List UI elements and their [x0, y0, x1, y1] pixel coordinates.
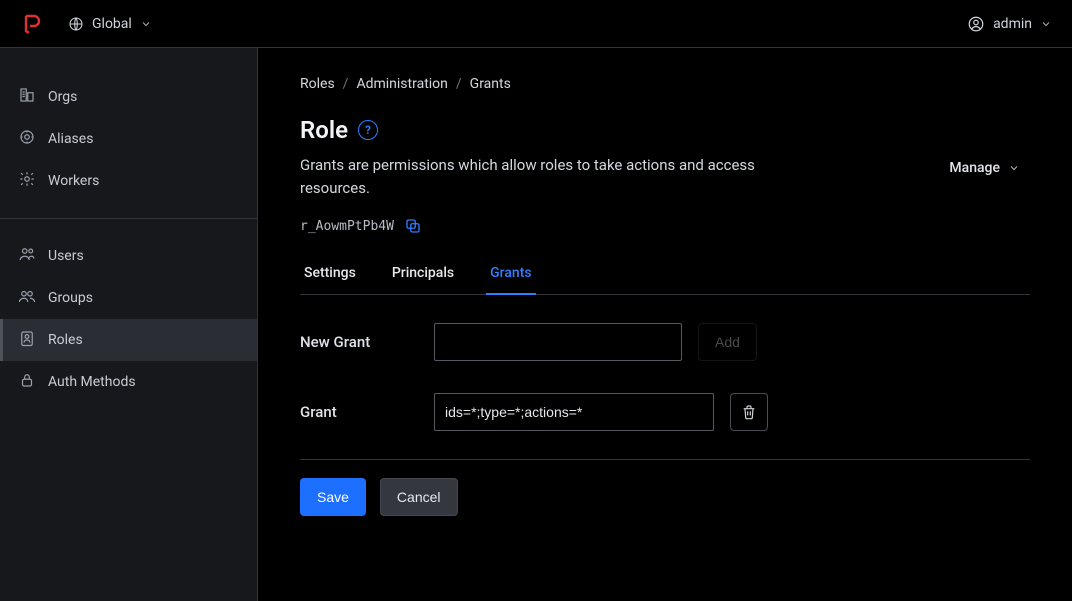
- delete-grant-button[interactable]: [730, 393, 768, 431]
- tab-principals[interactable]: Principals: [388, 255, 458, 295]
- users-icon: [18, 245, 36, 267]
- orgs-icon: [18, 86, 36, 108]
- chevron-down-icon: [1008, 162, 1020, 174]
- breadcrumb-separator: /: [343, 76, 349, 92]
- sidebar-item-orgs[interactable]: Orgs: [0, 76, 257, 118]
- grant-label: Grant: [300, 403, 434, 421]
- breadcrumb-item[interactable]: Administration: [356, 76, 447, 92]
- new-grant-input[interactable]: [434, 323, 682, 361]
- workers-icon: [18, 170, 36, 192]
- sidebar-item-label: Roles: [48, 332, 83, 348]
- page-title: Role: [300, 116, 348, 144]
- breadcrumb-item[interactable]: Grants: [470, 76, 511, 92]
- tab-settings[interactable]: Settings: [300, 255, 360, 295]
- scope-switcher[interactable]: Global: [68, 16, 152, 32]
- tabs: Settings Principals Grants: [300, 255, 1030, 295]
- page-description: Grants are permissions which allow roles…: [300, 154, 780, 199]
- cancel-button[interactable]: Cancel: [380, 478, 458, 516]
- sidebar-item-auth-methods[interactable]: Auth Methods: [0, 361, 257, 403]
- user-label: admin: [993, 16, 1032, 32]
- sidebar-divider: [0, 218, 257, 219]
- sidebar-item-roles[interactable]: Roles: [0, 319, 257, 361]
- globe-icon: [68, 16, 84, 32]
- roles-icon: [18, 329, 36, 351]
- scope-label: Global: [92, 16, 132, 32]
- user-menu[interactable]: admin: [967, 15, 1052, 33]
- user-circle-icon: [967, 15, 985, 33]
- role-id: r_AowmPtPb4W: [300, 219, 394, 234]
- sidebar-item-label: Groups: [48, 290, 93, 306]
- grant-input[interactable]: [434, 393, 714, 431]
- chevron-down-icon: [140, 18, 152, 30]
- sidebar-item-label: Auth Methods: [48, 374, 136, 390]
- sidebar-item-label: Users: [48, 248, 84, 264]
- sidebar-item-workers[interactable]: Workers: [0, 160, 257, 202]
- form-divider: [300, 459, 1030, 460]
- breadcrumb-separator: /: [456, 76, 462, 92]
- copy-icon[interactable]: [404, 217, 422, 235]
- main-content: Roles / Administration / Grants Role ? Grant…: [258, 48, 1072, 601]
- new-grant-label: New Grant: [300, 333, 434, 351]
- sidebar-item-label: Workers: [48, 173, 99, 189]
- manage-label: Manage: [949, 160, 1000, 176]
- groups-icon: [18, 287, 36, 309]
- sidebar-item-users[interactable]: Users: [0, 235, 257, 277]
- tab-grants[interactable]: Grants: [486, 255, 535, 295]
- breadcrumb: Roles / Administration / Grants: [300, 76, 1030, 92]
- sidebar-item-label: Orgs: [48, 89, 77, 105]
- breadcrumb-item[interactable]: Roles: [300, 76, 335, 92]
- add-button[interactable]: Add: [698, 323, 757, 361]
- brand-logo: [20, 12, 44, 36]
- sidebar-item-label: Aliases: [48, 131, 93, 147]
- auth-methods-icon: [18, 371, 36, 393]
- sidebar-item-aliases[interactable]: Aliases: [0, 118, 257, 160]
- sidebar: Orgs Aliases Workers Users Groups Roles Auth …: [0, 48, 258, 601]
- chevron-down-icon: [1040, 18, 1052, 30]
- aliases-icon: [18, 128, 36, 150]
- save-button[interactable]: Save: [300, 478, 366, 516]
- trash-icon: [741, 404, 757, 420]
- topbar: Global admin: [0, 0, 1072, 48]
- manage-dropdown[interactable]: Manage: [939, 154, 1030, 182]
- help-icon[interactable]: ?: [358, 120, 378, 140]
- sidebar-item-groups[interactable]: Groups: [0, 277, 257, 319]
